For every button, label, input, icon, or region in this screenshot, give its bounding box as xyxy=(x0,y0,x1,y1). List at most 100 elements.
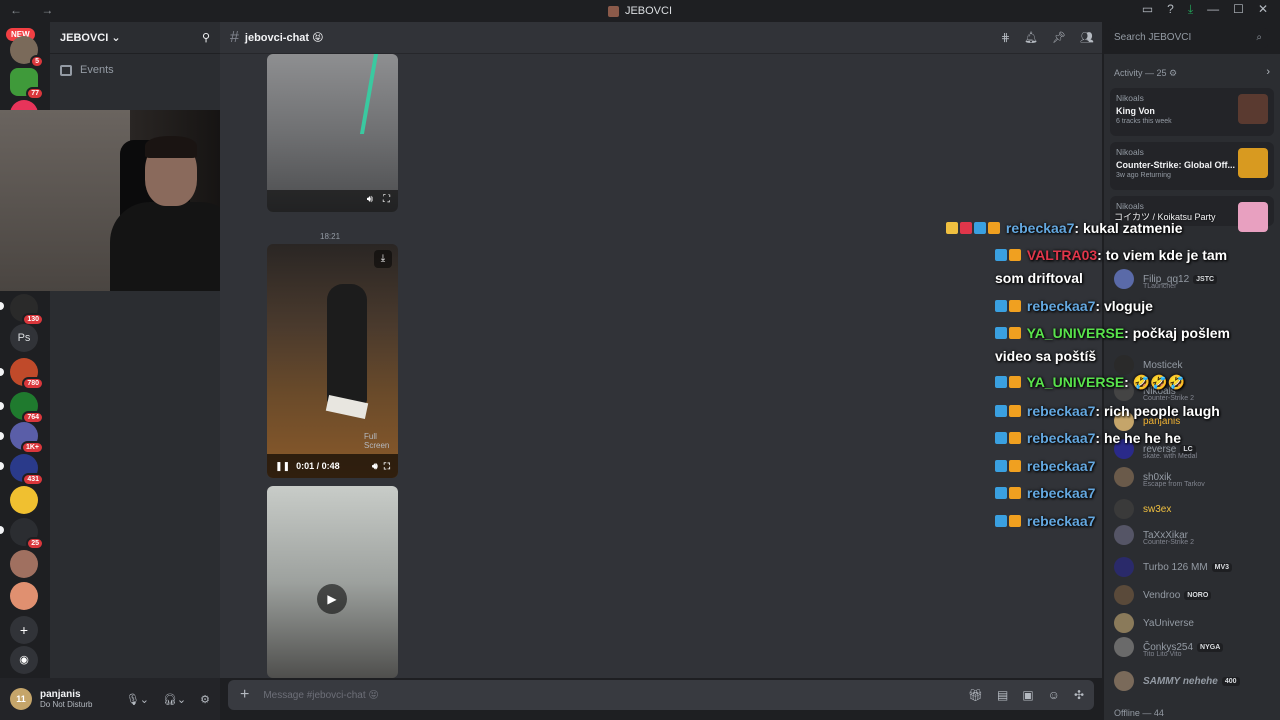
badge-icon xyxy=(988,222,1000,234)
server-avatar[interactable] xyxy=(10,582,38,610)
member-item[interactable]: YaUniverse xyxy=(1114,612,1194,634)
overlay-line: YA_UNIVERSE: 🤣🤣🤣 xyxy=(995,374,1185,391)
server-ps[interactable]: Ps xyxy=(10,324,38,352)
close-button[interactable]: ✕ xyxy=(1258,2,1268,17)
server-avatar[interactable] xyxy=(10,550,38,578)
bell-icon[interactable]: 🔔︎ xyxy=(1024,31,1038,44)
minimize-button[interactable]: — xyxy=(1207,2,1219,17)
server-avatar[interactable]: 25 xyxy=(10,518,44,550)
unread-pill xyxy=(0,302,4,310)
server-avatar[interactable]: 5 xyxy=(10,36,44,68)
add-server-button[interactable]: + xyxy=(10,616,38,644)
badge-icon xyxy=(1009,376,1021,388)
events-item[interactable]: Events xyxy=(60,64,114,76)
avatar xyxy=(1114,613,1134,633)
message-input[interactable]: + Message #jebovci-chat 😝 🎁︎ ▤ ▣ ☺ ✣ xyxy=(228,680,1094,710)
microphone-icon[interactable]: 🎙︎⌄ xyxy=(126,693,149,706)
webcam-hair xyxy=(145,136,197,158)
avatar xyxy=(1114,585,1134,605)
avatar xyxy=(1114,557,1134,577)
video-attachment[interactable]: 🔊︎ ⛶ xyxy=(267,54,398,212)
activity-thumbnail xyxy=(1238,94,1268,124)
member-item[interactable]: Vendroo NORO xyxy=(1114,584,1212,606)
server-avatar[interactable]: 764 xyxy=(10,392,44,424)
offline-header: Offline — 44 xyxy=(1114,708,1164,718)
volume-icon[interactable]: 🔊︎ xyxy=(367,194,373,208)
chevron-right-icon[interactable]: › xyxy=(1266,66,1270,78)
member-item[interactable]: SAMMY nehehe 400 xyxy=(1114,670,1240,692)
search-icon: ⌕ xyxy=(1256,32,1262,43)
chat-text: som driftoval xyxy=(995,270,1083,286)
explore-icon[interactable]: ◉ xyxy=(10,646,38,674)
activity-card[interactable]: Nikoals Counter-Strike: Global Off... 3w… xyxy=(1110,142,1274,190)
window-title: JEBOVCI xyxy=(624,5,673,17)
chat-text: : rich people laugh xyxy=(1095,403,1220,419)
download-icon[interactable]: ⤓ xyxy=(1188,2,1193,17)
fullscreen-icon[interactable]: ⛶ xyxy=(383,194,390,208)
chevron-down-icon: ⌄ xyxy=(111,32,121,44)
activity-header[interactable]: Activity — 25 ⚙ xyxy=(1114,68,1177,79)
gear-icon[interactable]: ⚙ xyxy=(200,693,210,706)
guild-name: JEBOVCI xyxy=(60,32,109,44)
volume-icon[interactable]: 🔊︎ xyxy=(372,461,378,472)
help-icon[interactable]: ? xyxy=(1167,2,1174,17)
chat-text: : kukal zatmenie xyxy=(1074,220,1183,236)
overlay-line: VALTRA03: to viem kde je tam xyxy=(995,247,1227,263)
overlay-line: rebeckaa7 xyxy=(995,458,1095,474)
overlay-line: rebeckaa7: he he he he xyxy=(995,430,1181,446)
calendar-icon xyxy=(60,64,72,76)
pin-icon[interactable]: 📌︎ xyxy=(1052,31,1066,44)
user-status: Do Not Disturb xyxy=(40,700,93,709)
gif-icon[interactable]: ▤ xyxy=(997,688,1008,702)
activity-thumbnail xyxy=(1238,148,1268,178)
server-avatar[interactable]: 780 xyxy=(10,358,44,390)
guild-header[interactable]: JEBOVCI ⌄ ⚲ xyxy=(50,22,220,54)
badge-icon xyxy=(974,222,986,234)
members-icon[interactable]: 👥︎ xyxy=(1080,31,1094,44)
server-avatar[interactable] xyxy=(10,486,38,514)
video-attachment[interactable]: ▶ xyxy=(267,486,398,678)
member-name: Vendroo xyxy=(1143,589,1181,601)
attach-plus-icon[interactable]: + xyxy=(240,686,249,704)
chat-text: : vloguje xyxy=(1095,298,1153,314)
sticker-icon[interactable]: ▣ xyxy=(1022,688,1033,702)
download-icon[interactable]: ⤓ xyxy=(374,250,392,268)
overlay-line: rebeckaa7: vloguje xyxy=(995,298,1153,314)
headphones-icon[interactable]: 🎧︎⌄ xyxy=(163,693,186,706)
avatar xyxy=(1114,671,1134,691)
avatar[interactable]: 11 xyxy=(10,688,32,710)
member-item[interactable]: Turbo 126 MM MV3 xyxy=(1114,556,1233,578)
activity-card[interactable]: Nikoals King Von 6 tracks this week xyxy=(1110,88,1274,136)
video-attachment[interactable]: ⤓ Full Screen ❚❚ 0:01 / 0:48 🔊︎ ⛶ xyxy=(267,244,398,478)
chat-user: rebeckaa7 xyxy=(1005,220,1075,236)
chat-user: rebeckaa7 xyxy=(1026,513,1096,529)
invite-icon[interactable]: ⚲ xyxy=(202,31,210,44)
emoji-icon[interactable]: ☺ xyxy=(1048,688,1060,702)
member-item[interactable]: Čonkys254 NYGA Tito Lito Vito xyxy=(1114,636,1224,658)
overlay-line: video sa poštíš xyxy=(995,348,1096,364)
channel-name: jebovci-chat 😝 xyxy=(244,32,324,44)
badge-icon xyxy=(995,327,1007,339)
server-avatar[interactable]: 1K+ xyxy=(10,422,44,454)
pause-icon[interactable]: ❚❚ xyxy=(275,461,290,472)
server-avatar[interactable]: 130 xyxy=(10,294,44,326)
nav-arrows[interactable]: ← → xyxy=(10,3,61,17)
apps-icon[interactable]: ✣ xyxy=(1074,688,1084,702)
inbox-icon[interactable]: ▭ xyxy=(1142,2,1153,17)
server-avatar[interactable]: 77 xyxy=(10,68,44,100)
threads-icon[interactable]: ⋕ xyxy=(1001,31,1010,44)
overlay-line: som driftoval xyxy=(995,270,1083,286)
badge-icon xyxy=(1009,515,1021,527)
server-avatar[interactable]: 431 xyxy=(10,454,44,486)
maximize-button[interactable]: ☐ xyxy=(1233,2,1244,17)
member-tag: NYGA xyxy=(1197,642,1224,652)
member-name: SAMMY nehehe xyxy=(1143,675,1218,687)
gift-icon[interactable]: 🎁︎ xyxy=(968,688,983,702)
play-icon[interactable]: ▶ xyxy=(317,584,347,614)
badge-icon xyxy=(995,432,1007,444)
search-input[interactable]: Search JEBOVCI ⌕ xyxy=(1108,28,1268,48)
fullscreen-icon[interactable]: ⛶ xyxy=(384,461,390,472)
overlay-line: rebeckaa7: rich people laugh xyxy=(995,403,1220,419)
badge-icon xyxy=(995,376,1007,388)
chat-text: video sa poštíš xyxy=(995,348,1097,364)
